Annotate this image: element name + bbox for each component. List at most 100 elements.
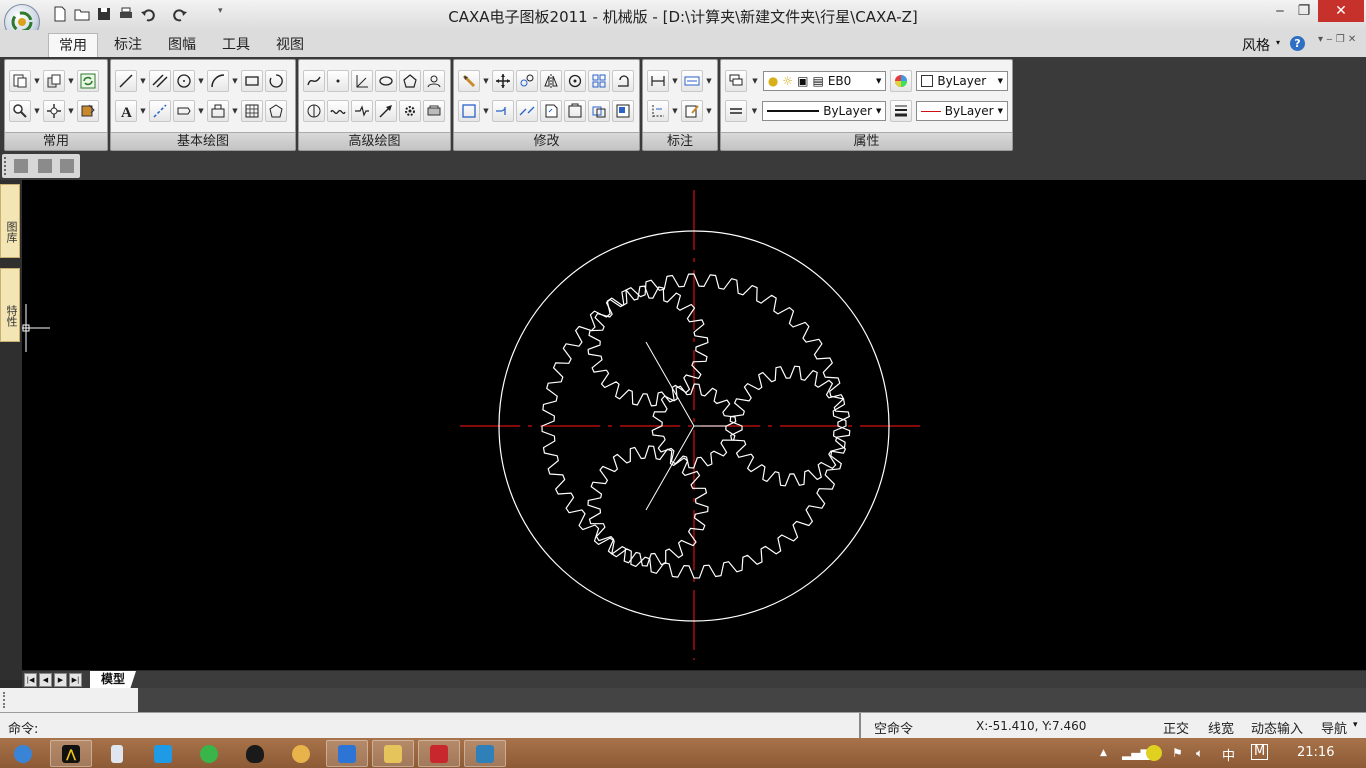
extend-icon[interactable]	[492, 100, 514, 122]
ellipse-icon[interactable]	[375, 70, 397, 92]
move-icon[interactable]	[492, 70, 514, 92]
folder-icon[interactable]	[14, 159, 28, 173]
prev-sheet-button[interactable]: ◀	[39, 673, 52, 687]
toolbar-handle[interactable]	[2, 154, 80, 178]
taskbar-store-icon[interactable]	[142, 740, 184, 767]
grip-icon[interactable]	[4, 157, 9, 175]
chevron-down-icon[interactable]: ▼	[705, 70, 713, 92]
chevron-down-icon[interactable]: ▼	[751, 100, 759, 122]
break-line-icon[interactable]	[351, 100, 373, 122]
chevron-down-icon[interactable]: ▼	[139, 70, 147, 92]
chevron-down-icon[interactable]: ▼	[67, 100, 75, 122]
tab-view[interactable]: 视图	[266, 33, 314, 57]
break-icon[interactable]	[516, 100, 538, 122]
dash-line-icon[interactable]	[149, 100, 171, 122]
dynamic-input-toggle[interactable]: 动态输入	[1251, 718, 1303, 737]
dock-tab-properties[interactable]: 特性	[0, 268, 20, 342]
rotate-icon[interactable]	[564, 70, 586, 92]
edit-dimension-icon[interactable]	[681, 100, 703, 122]
arrow-icon[interactable]	[375, 100, 397, 122]
rectangle-icon[interactable]	[241, 70, 263, 92]
taskbar-mail-icon[interactable]	[418, 740, 460, 767]
chevron-down-icon[interactable]: ▼	[231, 70, 239, 92]
chevron-down-icon[interactable]: ▼	[751, 70, 759, 92]
lineweight-icon[interactable]	[890, 100, 912, 122]
sheet-tab-model[interactable]: 模型	[90, 671, 136, 688]
window-icon[interactable]	[60, 159, 74, 173]
trim-icon[interactable]	[458, 100, 480, 122]
linetype-select[interactable]: ByLayer ▼	[762, 101, 887, 121]
hatch-icon[interactable]	[173, 100, 195, 122]
ribbon-options-icon[interactable]: ▾ ‒ ❐ ✕	[1318, 34, 1356, 45]
chevron-down-icon[interactable]: ▼	[197, 100, 205, 122]
color-select[interactable]: ByLayer ▼	[916, 71, 1008, 91]
flag-icon[interactable]: ⚑	[1172, 746, 1183, 760]
last-sheet-button[interactable]: ▶|	[69, 673, 82, 687]
chevron-down-icon[interactable]: ▼	[482, 100, 490, 122]
zoom-icon[interactable]	[9, 100, 31, 122]
circular-array-icon[interactable]	[303, 100, 325, 122]
taskbar-logo-icon[interactable]	[2, 740, 44, 767]
ortho-toggle[interactable]: 正交	[1163, 718, 1189, 737]
circle-icon[interactable]	[173, 70, 195, 92]
lineweight-select[interactable]: ByLayer ▼	[915, 101, 1008, 121]
tab-dimension[interactable]: 标注	[104, 33, 152, 57]
regenerate-icon[interactable]	[77, 70, 99, 92]
properties-panel-icon[interactable]	[612, 100, 634, 122]
first-sheet-button[interactable]: |◀	[24, 673, 37, 687]
grid-hatch-icon[interactable]	[241, 100, 263, 122]
chevron-down-icon[interactable]: ▼	[705, 100, 713, 122]
parallel-line-icon[interactable]	[149, 70, 171, 92]
match-properties-icon[interactable]	[77, 100, 99, 122]
pentagon-icon[interactable]	[399, 70, 421, 92]
style-dropdown-icon[interactable]: ▾	[1276, 38, 1280, 47]
command-prompt[interactable]: 命令:	[8, 718, 38, 737]
chevron-down-icon[interactable]: ▼	[33, 100, 41, 122]
spline-icon[interactable]	[303, 70, 325, 92]
chevron-down-icon[interactable]: ▼	[231, 100, 239, 122]
taskbar-explorer-icon[interactable]	[372, 740, 414, 767]
chevron-down-icon[interactable]: ▼	[67, 70, 75, 92]
layer-select[interactable]: ● ☼ ▣ ▤ EB0 ▼	[762, 71, 887, 91]
array-icon[interactable]	[588, 70, 610, 92]
taskbar-autocad-icon[interactable]: ⋀	[50, 740, 92, 767]
coordinate-dimension-icon[interactable]	[647, 100, 669, 122]
style-menu[interactable]: 风格	[1242, 35, 1270, 55]
taskbar-calculator-icon[interactable]	[96, 740, 138, 767]
ime-mode-indicator[interactable]: M	[1251, 744, 1269, 760]
ime-indicator[interactable]: 中	[1222, 745, 1235, 764]
lineweight-toggle[interactable]: 线宽	[1208, 718, 1234, 737]
hole-axis-icon[interactable]	[423, 100, 445, 122]
mirror-icon[interactable]	[540, 70, 562, 92]
gear-icon[interactable]	[399, 100, 421, 122]
tab-sheet[interactable]: 图幅	[158, 33, 206, 57]
taskbar-caxa-icon[interactable]	[464, 740, 506, 767]
line-icon[interactable]	[115, 70, 137, 92]
arc-icon[interactable]	[207, 70, 229, 92]
command-history-box[interactable]	[0, 688, 138, 712]
polygon-icon[interactable]	[265, 100, 287, 122]
pan-icon[interactable]	[43, 100, 65, 122]
layout-icon[interactable]	[38, 159, 52, 173]
scale-icon[interactable]	[612, 70, 634, 92]
copy-object-icon[interactable]	[516, 70, 538, 92]
taskbar-app-bird-icon[interactable]	[326, 740, 368, 767]
clock[interactable]: 21:16	[1297, 745, 1334, 760]
tray-expand-icon[interactable]: ▲	[1100, 748, 1107, 758]
volume-icon[interactable]: 🔈︎	[1196, 746, 1203, 761]
navigate-toggle[interactable]: 导航	[1321, 718, 1347, 737]
dock-tab-library[interactable]: 图库	[0, 184, 20, 258]
tab-tools[interactable]: 工具	[212, 33, 260, 57]
linetype-icon[interactable]	[725, 100, 747, 122]
point-icon[interactable]	[327, 70, 349, 92]
status-dropdown-icon[interactable]: ▾	[1353, 720, 1358, 730]
security-icon[interactable]	[1146, 745, 1162, 761]
chevron-down-icon[interactable]: ▼	[671, 70, 679, 92]
layer-manager-icon[interactable]	[725, 70, 747, 92]
copy-icon[interactable]	[9, 70, 31, 92]
block-icon[interactable]	[207, 100, 229, 122]
stretch-icon[interactable]	[540, 100, 562, 122]
layers-icon[interactable]	[43, 70, 65, 92]
drawing-canvas[interactable]	[22, 180, 1366, 670]
chevron-down-icon[interactable]: ▼	[139, 100, 147, 122]
